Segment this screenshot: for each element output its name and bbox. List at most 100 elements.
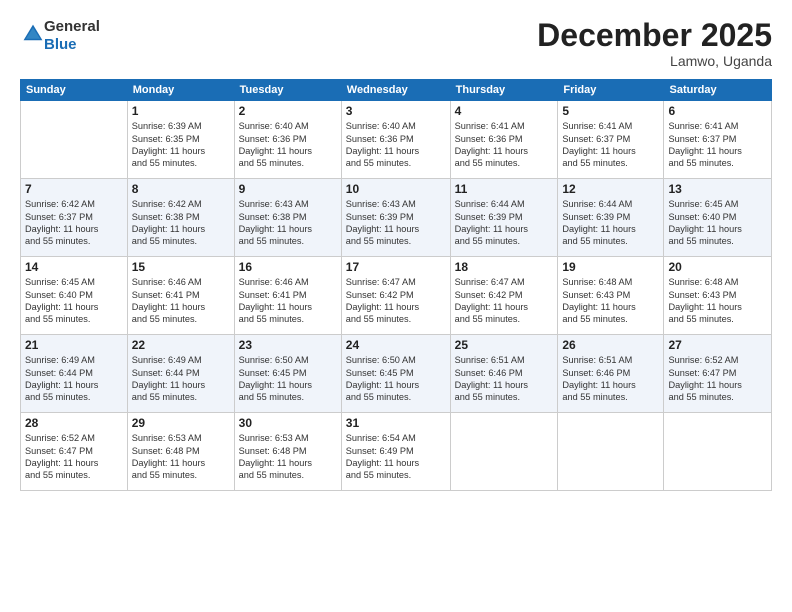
day-info: Sunrise: 6:51 AM Sunset: 6:46 PM Dayligh… xyxy=(562,354,659,404)
day-number: 20 xyxy=(668,260,767,274)
calendar-cell: 14 Sunrise: 6:45 AM Sunset: 6:40 PM Dayli… xyxy=(21,257,128,335)
day-info: Sunrise: 6:50 AM Sunset: 6:45 PM Dayligh… xyxy=(346,354,446,404)
calendar-header-row: Sunday Monday Tuesday Wednesday Thursday… xyxy=(21,80,772,101)
day-number: 8 xyxy=(132,182,230,196)
day-info: Sunrise: 6:39 AM Sunset: 6:35 PM Dayligh… xyxy=(132,120,230,170)
day-info: Sunrise: 6:45 AM Sunset: 6:40 PM Dayligh… xyxy=(668,198,767,248)
calendar-cell: 9Sunrise: 6:43 AM Sunset: 6:38 PM Daylig… xyxy=(234,179,341,257)
day-info: Sunrise: 6:42 AM Sunset: 6:38 PM Dayligh… xyxy=(132,198,230,248)
day-info: Sunrise: 6:53 AM Sunset: 6:48 PM Dayligh… xyxy=(132,432,230,482)
col-thursday: Thursday xyxy=(450,80,558,101)
calendar-week-row: 28 Sunrise: 6:52 AM Sunset: 6:47 PM Dayli… xyxy=(21,413,772,491)
calendar-cell: 29 Sunrise: 6:53 AM Sunset: 6:48 PM Dayli… xyxy=(127,413,234,491)
calendar-cell xyxy=(558,413,664,491)
day-number: 29 xyxy=(132,416,230,430)
calendar: Sunday Monday Tuesday Wednesday Thursday… xyxy=(20,79,772,491)
col-friday: Friday xyxy=(558,80,664,101)
day-info: Sunrise: 6:41 AM Sunset: 6:37 PM Dayligh… xyxy=(668,120,767,170)
calendar-cell: 19 Sunrise: 6:48 AM Sunset: 6:43 PM Dayli… xyxy=(558,257,664,335)
calendar-cell: 11 Sunrise: 6:44 AM Sunset: 6:39 PM Dayli… xyxy=(450,179,558,257)
day-info: Sunrise: 6:41 AM Sunset: 6:36 PM Dayligh… xyxy=(455,120,554,170)
day-number: 30 xyxy=(239,416,337,430)
day-number: 24 xyxy=(346,338,446,352)
calendar-cell: 3 Sunrise: 6:40 AM Sunset: 6:36 PM Daylig… xyxy=(341,101,450,179)
day-number: 23 xyxy=(239,338,337,352)
day-info: Sunrise: 6:52 AM Sunset: 6:47 PM Dayligh… xyxy=(668,354,767,404)
calendar-cell: 22Sunrise: 6:49 AM Sunset: 6:44 PM Dayli… xyxy=(127,335,234,413)
day-number: 16 xyxy=(239,260,337,274)
day-number: 13 xyxy=(668,182,767,196)
day-info: Sunrise: 6:46 AM Sunset: 6:41 PM Dayligh… xyxy=(239,276,337,326)
day-info: Sunrise: 6:44 AM Sunset: 6:39 PM Dayligh… xyxy=(562,198,659,248)
day-number: 12 xyxy=(562,182,659,196)
day-info: Sunrise: 6:47 AM Sunset: 6:42 PM Dayligh… xyxy=(346,276,446,326)
calendar-cell xyxy=(21,101,128,179)
day-info: Sunrise: 6:46 AM Sunset: 6:41 PM Dayligh… xyxy=(132,276,230,326)
calendar-cell: 15Sunrise: 6:46 AM Sunset: 6:41 PM Dayli… xyxy=(127,257,234,335)
day-info: Sunrise: 6:42 AM Sunset: 6:37 PM Dayligh… xyxy=(25,198,123,248)
calendar-cell: 24 Sunrise: 6:50 AM Sunset: 6:45 PM Dayli… xyxy=(341,335,450,413)
day-number: 4 xyxy=(455,104,554,118)
logo: General Blue xyxy=(20,18,100,54)
day-info: Sunrise: 6:45 AM Sunset: 6:40 PM Dayligh… xyxy=(25,276,123,326)
day-info: Sunrise: 6:43 AM Sunset: 6:38 PM Dayligh… xyxy=(239,198,337,248)
day-info: Sunrise: 6:49 AM Sunset: 6:44 PM Dayligh… xyxy=(25,354,123,404)
calendar-cell: 17 Sunrise: 6:47 AM Sunset: 6:42 PM Dayli… xyxy=(341,257,450,335)
logo-general: General xyxy=(44,18,100,35)
day-number: 10 xyxy=(346,182,446,196)
calendar-cell: 10Sunrise: 6:43 AM Sunset: 6:39 PM Dayli… xyxy=(341,179,450,257)
calendar-cell: 26 Sunrise: 6:51 AM Sunset: 6:46 PM Dayli… xyxy=(558,335,664,413)
day-info: Sunrise: 6:52 AM Sunset: 6:47 PM Dayligh… xyxy=(25,432,123,482)
day-number: 14 xyxy=(25,260,123,274)
month-title: December 2025 xyxy=(537,18,772,53)
day-number: 1 xyxy=(132,104,230,118)
calendar-cell: 21 Sunrise: 6:49 AM Sunset: 6:44 PM Dayli… xyxy=(21,335,128,413)
logo-blue: Blue xyxy=(44,36,77,53)
day-number: 11 xyxy=(455,182,554,196)
day-number: 5 xyxy=(562,104,659,118)
page-header: General Blue December 2025 Lamwo, Uganda xyxy=(20,18,772,69)
col-tuesday: Tuesday xyxy=(234,80,341,101)
calendar-cell: 31 Sunrise: 6:54 AM Sunset: 6:49 PM Dayli… xyxy=(341,413,450,491)
day-number: 17 xyxy=(346,260,446,274)
calendar-cell: 13 Sunrise: 6:45 AM Sunset: 6:40 PM Dayli… xyxy=(664,179,772,257)
calendar-week-row: 21 Sunrise: 6:49 AM Sunset: 6:44 PM Dayli… xyxy=(21,335,772,413)
day-info: Sunrise: 6:51 AM Sunset: 6:46 PM Dayligh… xyxy=(455,354,554,404)
day-info: Sunrise: 6:53 AM Sunset: 6:48 PM Dayligh… xyxy=(239,432,337,482)
day-number: 6 xyxy=(668,104,767,118)
calendar-week-row: 1 Sunrise: 6:39 AM Sunset: 6:35 PM Daylig… xyxy=(21,101,772,179)
calendar-cell: 1 Sunrise: 6:39 AM Sunset: 6:35 PM Daylig… xyxy=(127,101,234,179)
day-info: Sunrise: 6:54 AM Sunset: 6:49 PM Dayligh… xyxy=(346,432,446,482)
logo-text: General Blue xyxy=(44,18,100,54)
day-number: 3 xyxy=(346,104,446,118)
location: Lamwo, Uganda xyxy=(537,53,772,69)
col-wednesday: Wednesday xyxy=(341,80,450,101)
day-info: Sunrise: 6:40 AM Sunset: 6:36 PM Dayligh… xyxy=(346,120,446,170)
day-number: 21 xyxy=(25,338,123,352)
calendar-cell: 25Sunrise: 6:51 AM Sunset: 6:46 PM Dayli… xyxy=(450,335,558,413)
calendar-cell: 8 Sunrise: 6:42 AM Sunset: 6:38 PM Daylig… xyxy=(127,179,234,257)
day-number: 26 xyxy=(562,338,659,352)
day-number: 31 xyxy=(346,416,446,430)
day-number: 18 xyxy=(455,260,554,274)
day-info: Sunrise: 6:48 AM Sunset: 6:43 PM Dayligh… xyxy=(668,276,767,326)
calendar-cell xyxy=(664,413,772,491)
day-number: 7 xyxy=(25,182,123,196)
day-info: Sunrise: 6:44 AM Sunset: 6:39 PM Dayligh… xyxy=(455,198,554,248)
day-number: 28 xyxy=(25,416,123,430)
col-saturday: Saturday xyxy=(664,80,772,101)
day-number: 2 xyxy=(239,104,337,118)
calendar-cell: 30 Sunrise: 6:53 AM Sunset: 6:48 PM Dayli… xyxy=(234,413,341,491)
calendar-cell: 27Sunrise: 6:52 AM Sunset: 6:47 PM Dayli… xyxy=(664,335,772,413)
calendar-cell: 28 Sunrise: 6:52 AM Sunset: 6:47 PM Dayli… xyxy=(21,413,128,491)
calendar-cell: 12 Sunrise: 6:44 AM Sunset: 6:39 PM Dayli… xyxy=(558,179,664,257)
calendar-week-row: 14 Sunrise: 6:45 AM Sunset: 6:40 PM Dayli… xyxy=(21,257,772,335)
col-monday: Monday xyxy=(127,80,234,101)
calendar-cell: 4 Sunrise: 6:41 AM Sunset: 6:36 PM Daylig… xyxy=(450,101,558,179)
day-info: Sunrise: 6:41 AM Sunset: 6:37 PM Dayligh… xyxy=(562,120,659,170)
day-number: 19 xyxy=(562,260,659,274)
day-info: Sunrise: 6:48 AM Sunset: 6:43 PM Dayligh… xyxy=(562,276,659,326)
calendar-cell: 7 Sunrise: 6:42 AM Sunset: 6:37 PM Daylig… xyxy=(21,179,128,257)
calendar-cell: 16 Sunrise: 6:46 AM Sunset: 6:41 PM Dayli… xyxy=(234,257,341,335)
title-block: December 2025 Lamwo, Uganda xyxy=(537,18,772,69)
